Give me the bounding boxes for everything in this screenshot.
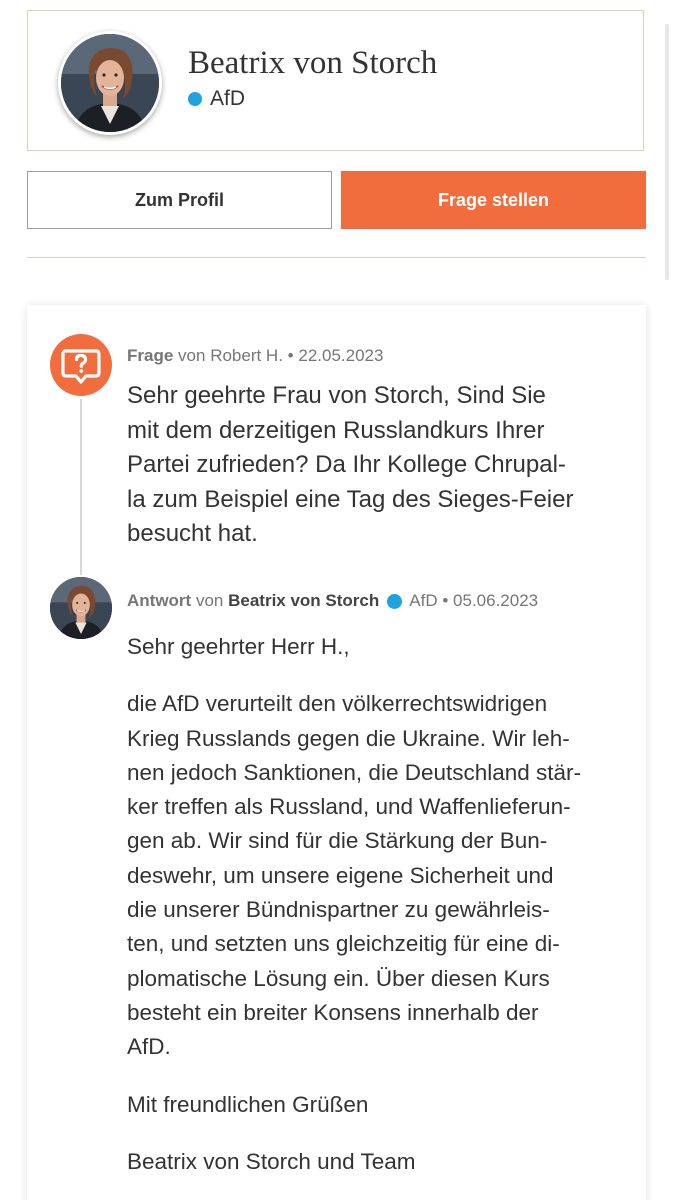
divider [27, 257, 646, 258]
speech-bubble-question-icon [50, 334, 112, 396]
profile-button[interactable]: Zum Profil [27, 171, 332, 229]
answer-party: AfD [409, 591, 438, 610]
profile-name: Beatrix von Storch [188, 45, 438, 81]
profile-card[interactable]: Beatrix von Storch AfD [27, 10, 644, 151]
avatar[interactable] [58, 31, 162, 135]
answer-line: ten, und setzten uns gleichzeitig für ei… [127, 931, 560, 957]
answer-closing: Mit freundlichen Grüßen [127, 1091, 369, 1117]
question-line: Partei zufrieden? Da Ihr Kollege Chrupal… [127, 451, 566, 478]
avatar-portrait-icon [61, 34, 159, 132]
question-meta: Frage von Robert H. • 22.05.2023 [127, 346, 383, 366]
question-text: Sehr geehrte Frau von Storch, Sind Sie m… [127, 379, 627, 552]
question-line: la zum Beispiel eine Tag des Sieges-Feie… [127, 485, 574, 513]
party-label: AfD [210, 87, 246, 110]
answer-label: Antwort [127, 591, 192, 610]
answer-line: nen jedoch Sanktionen, die Deutschland s… [127, 759, 582, 785]
answer-salutation: Sehr geehrter Herr H., [127, 634, 350, 659]
answer-line: deswehr, um unsere eigene Sicherheit und [127, 862, 554, 888]
answer-text: Sehr geehrter Herr H., die AfD verurteil… [127, 630, 632, 1179]
question-line: besucht hat. [127, 520, 258, 547]
answer-signature: Beatrix von Storch und Team [127, 1148, 416, 1174]
question-line: mit dem derzeitigen Russlandkurs Ihrer [127, 416, 545, 444]
answer-meta: Antwort von Beatrix von Storch AfD • 05.… [127, 591, 538, 611]
question-line: Sehr geehrte Frau von Storch, Sind Sie [127, 382, 546, 409]
answer-author[interactable]: Beatrix von Storch [228, 591, 379, 611]
answer-avatar[interactable] [50, 577, 112, 639]
thread-line [80, 399, 82, 575]
question-author[interactable]: Robert H. [210, 346, 283, 366]
question-by-word: von [178, 346, 206, 365]
answer-line: AfD. [127, 1034, 171, 1060]
ask-question-button[interactable]: Frage stellen [341, 171, 646, 229]
page: Beatrix von Storch AfD Zum Profil Frage … [0, 0, 673, 1200]
answer-line: Krieg Russlands gegen die Ukraine. Wir l… [127, 725, 570, 751]
answer-line: ker treffen als Russland, und Waffenlief… [127, 794, 571, 820]
answer-line: die AfD verurteilt den völkerrechtswidri… [127, 691, 548, 717]
question-label: Frage [127, 346, 174, 365]
party-dot-icon [188, 92, 202, 106]
answer-line: die unserer Bündnispartner zu gewährleis… [127, 897, 550, 923]
avatar-portrait-icon [50, 577, 112, 639]
scrollbar[interactable] [665, 24, 669, 280]
party-row: AfD [188, 87, 245, 111]
answer-line: plomatische Lösung ein. Über diesen Kurs [127, 965, 550, 991]
question-date: 22.05.2023 [298, 346, 384, 365]
answer-line: gen ab. Wir sind für die Stärkung der Bu… [127, 828, 548, 854]
qa-card: Frage von Robert H. • 22.05.2023 Sehr ge… [27, 305, 646, 1200]
answer-by-word: von [195, 591, 224, 610]
party-dot-icon [387, 593, 403, 609]
answer-line: besteht ein breiter Konsens innerhalb de… [127, 999, 539, 1025]
answer-date: 05.06.2023 [453, 591, 539, 610]
